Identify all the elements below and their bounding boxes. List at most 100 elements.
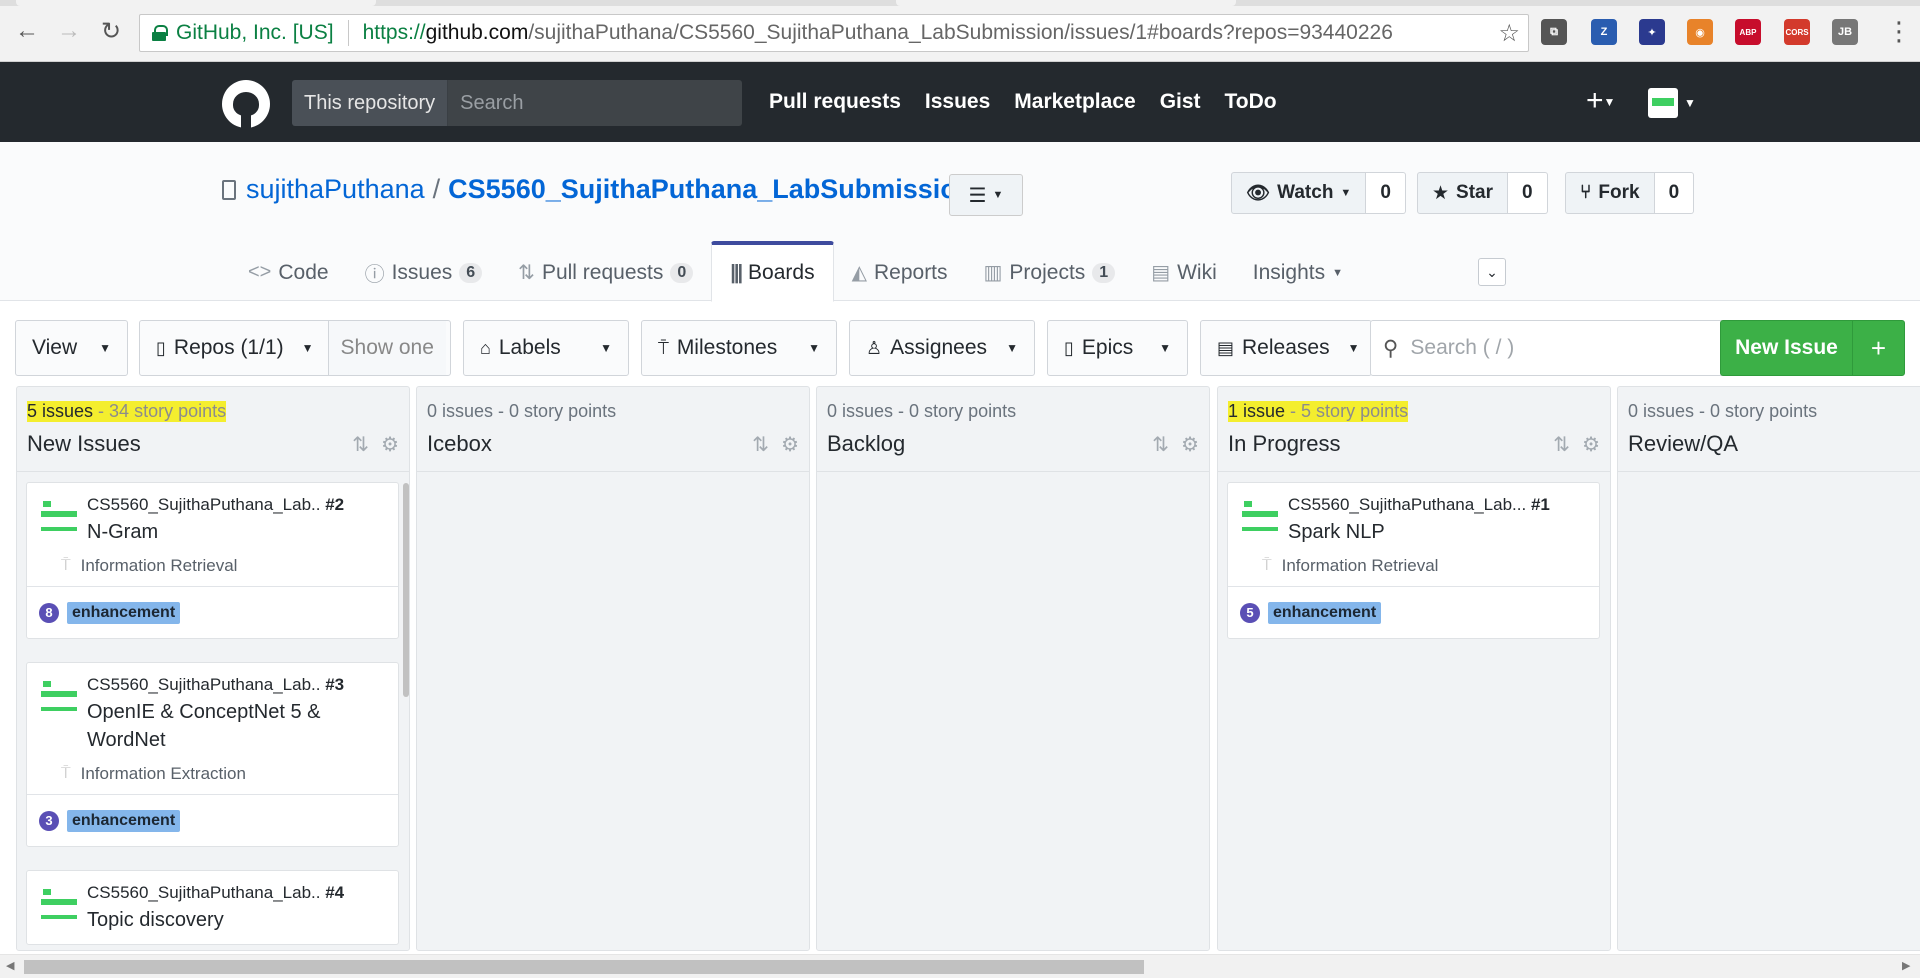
- gear-icon[interactable]: ⚙: [1582, 432, 1600, 457]
- browser-tab[interactable]: [16, 0, 376, 6]
- sort-icon[interactable]: ⇅: [352, 432, 369, 457]
- issue-label[interactable]: enhancement: [67, 601, 181, 624]
- view-dropdown[interactable]: View ▼: [15, 320, 128, 376]
- issue-number[interactable]: #1: [1531, 495, 1550, 514]
- tab-boards[interactable]: ||| Boards: [711, 241, 834, 302]
- sort-icon[interactable]: ⇅: [1553, 432, 1570, 457]
- nav-pull-requests[interactable]: Pull requests: [769, 90, 901, 114]
- epics-label: Epics: [1081, 336, 1134, 359]
- board-toolbar: View ▼ ▯ Repos (1/1) ▼ Show one ⌂ Labels ▼ ⍑ Mi…: [15, 320, 1905, 376]
- watch-button[interactable]: 👁 Watch ▼: [1231, 172, 1367, 214]
- hero-icon[interactable]: ✦: [1639, 19, 1665, 45]
- tab-wiki[interactable]: ▤ Wiki: [1133, 241, 1235, 301]
- issue-card[interactable]: CS5560_SujithaPuthana_Lab.. #2 N-Gram ⍑ Inf…: [26, 482, 399, 639]
- avatar: [1242, 497, 1278, 533]
- bookmark-star-icon[interactable]: ☆: [1498, 19, 1520, 48]
- address-bar[interactable]: GitHub, Inc. [US] https://github.com/suj…: [139, 14, 1529, 52]
- issue-number[interactable]: #3: [325, 675, 344, 694]
- repos-dropdown[interactable]: ▯ Repos (1/1) ▼ Show one: [139, 320, 451, 376]
- gear-icon[interactable]: ⚙: [1181, 432, 1199, 457]
- nav-marketplace[interactable]: Marketplace: [1014, 90, 1135, 114]
- star-button[interactable]: ★ Star: [1417, 172, 1509, 214]
- scroll-right-icon[interactable]: ▶: [1902, 959, 1910, 972]
- back-icon[interactable]: ←: [12, 16, 42, 46]
- watch-count[interactable]: 0: [1366, 172, 1406, 214]
- browser-tab[interactable]: [896, 0, 1236, 6]
- jetbrains-icon[interactable]: JB: [1832, 19, 1858, 45]
- column-meta-separator: -: [493, 401, 510, 421]
- url-scheme: https://: [362, 21, 426, 44]
- issue-title[interactable]: Spark NLP: [1288, 518, 1587, 546]
- repo-menu-button[interactable]: ☰ ▼: [949, 174, 1023, 216]
- adblock-plus-icon[interactable]: ABP: [1735, 19, 1761, 45]
- issue-number[interactable]: #4: [325, 883, 344, 902]
- nav-todo[interactable]: ToDo: [1225, 90, 1277, 114]
- nav-issues[interactable]: Issues: [925, 90, 990, 114]
- star-count[interactable]: 0: [1508, 172, 1548, 214]
- more-tabs-button[interactable]: ⌄: [1478, 258, 1506, 286]
- issue-card-main: CS5560_SujithaPuthana_Lab.. #4 Topic disc…: [27, 871, 398, 944]
- repo-icon: [222, 179, 236, 200]
- issue-milestone-label[interactable]: Information Retrieval: [81, 556, 238, 576]
- tab-insights[interactable]: Insights ▼: [1235, 241, 1361, 301]
- fork-count[interactable]: 0: [1654, 172, 1695, 214]
- zotero-icon[interactable]: Z: [1591, 19, 1617, 45]
- tab-projects[interactable]: ▥ Projects 1: [966, 241, 1134, 301]
- epics-dropdown[interactable]: ▯ Epics ▼: [1047, 320, 1188, 376]
- issue-repo: CS5560_SujithaPuthana_Lab... #1: [1288, 495, 1587, 515]
- sort-icon[interactable]: ⇅: [1152, 432, 1169, 457]
- repo-name-link[interactable]: CS5560_SujithaPuthana_LabSubmission: [448, 174, 973, 205]
- create-new-button[interactable]: +▼: [1586, 86, 1615, 117]
- new-issue-button[interactable]: New Issue: [1721, 321, 1852, 375]
- issue-label[interactable]: enhancement: [67, 809, 181, 832]
- reload-icon[interactable]: ↻: [96, 16, 126, 46]
- tab-reports[interactable]: ◭ Reports: [834, 241, 966, 301]
- issue-title[interactable]: OpenIE & ConceptNet 5 & WordNet: [87, 698, 386, 754]
- scrollbar-thumb[interactable]: [24, 960, 1144, 974]
- repo-owner-link[interactable]: sujithaPuthana: [246, 174, 425, 205]
- show-one-button[interactable]: Show one: [327, 321, 446, 375]
- issue-milestone-label[interactable]: Information Retrieval: [1282, 556, 1439, 576]
- plus-icon[interactable]: +: [1852, 321, 1904, 375]
- user-menu-button[interactable]: ▼: [1648, 88, 1696, 118]
- tab-code[interactable]: <> Code: [230, 241, 347, 301]
- column-scrollbar[interactable]: [403, 483, 409, 697]
- security-label: GitHub, Inc. [US]: [176, 21, 334, 44]
- issue-title[interactable]: N-Gram: [87, 518, 386, 546]
- globe-extension-icon[interactable]: ◉: [1687, 19, 1713, 45]
- lock-icon: [152, 25, 168, 41]
- horizontal-scrollbar[interactable]: ◀ ▶: [0, 954, 1920, 978]
- column-meta-separator: -: [93, 401, 110, 421]
- column-meta-separator: -: [893, 401, 910, 421]
- github-logo-icon[interactable]: [222, 80, 270, 128]
- assignees-dropdown[interactable]: ♙ Assignees ▼: [849, 320, 1035, 376]
- issue-title[interactable]: Topic discovery: [87, 906, 386, 934]
- scroll-left-icon[interactable]: ◀: [6, 959, 14, 972]
- labels-dropdown[interactable]: ⌂ Labels ▼: [463, 320, 629, 376]
- issue-milestone-label[interactable]: Information Extraction: [81, 764, 246, 784]
- nav-gist[interactable]: Gist: [1160, 90, 1201, 114]
- cors-icon[interactable]: CORS: [1784, 19, 1810, 45]
- releases-dropdown[interactable]: ▤ Releases ▼: [1200, 320, 1372, 376]
- forward-icon[interactable]: →: [54, 16, 84, 46]
- cast-icon[interactable]: ⧉: [1541, 19, 1567, 45]
- tab-issues[interactable]: ⓘ Issues 6: [347, 241, 501, 301]
- issue-card[interactable]: CS5560_SujithaPuthana_Lab... #1 Spark NLP…: [1227, 482, 1600, 639]
- board-search-input[interactable]: [1410, 336, 1691, 360]
- search-icon: ⚲: [1383, 336, 1399, 360]
- gear-icon[interactable]: ⚙: [381, 432, 399, 457]
- browser-menu-icon[interactable]: ⋮: [1886, 16, 1912, 46]
- github-search-input[interactable]: [448, 80, 742, 126]
- fork-button[interactable]: ⑂ Fork: [1565, 172, 1655, 214]
- issue-card[interactable]: CS5560_SujithaPuthana_Lab.. #3 OpenIE & C…: [26, 662, 399, 847]
- sort-icon[interactable]: ⇅: [752, 432, 769, 457]
- tab-pull-requests[interactable]: ⇅ Pull requests 0: [500, 241, 711, 301]
- issue-card[interactable]: CS5560_SujithaPuthana_Lab.. #4 Topic disc…: [26, 870, 399, 945]
- milestones-dropdown[interactable]: ⍑ Milestones ▼: [641, 320, 837, 376]
- gear-icon[interactable]: ⚙: [781, 432, 799, 457]
- issue-number[interactable]: #2: [325, 495, 344, 514]
- list-icon: ☰: [968, 184, 987, 207]
- issue-label[interactable]: enhancement: [1268, 601, 1382, 624]
- column-stats: 1 issue - 5 story points: [1228, 401, 1409, 422]
- column-stats: 0 issues - 0 story points: [1628, 401, 1817, 422]
